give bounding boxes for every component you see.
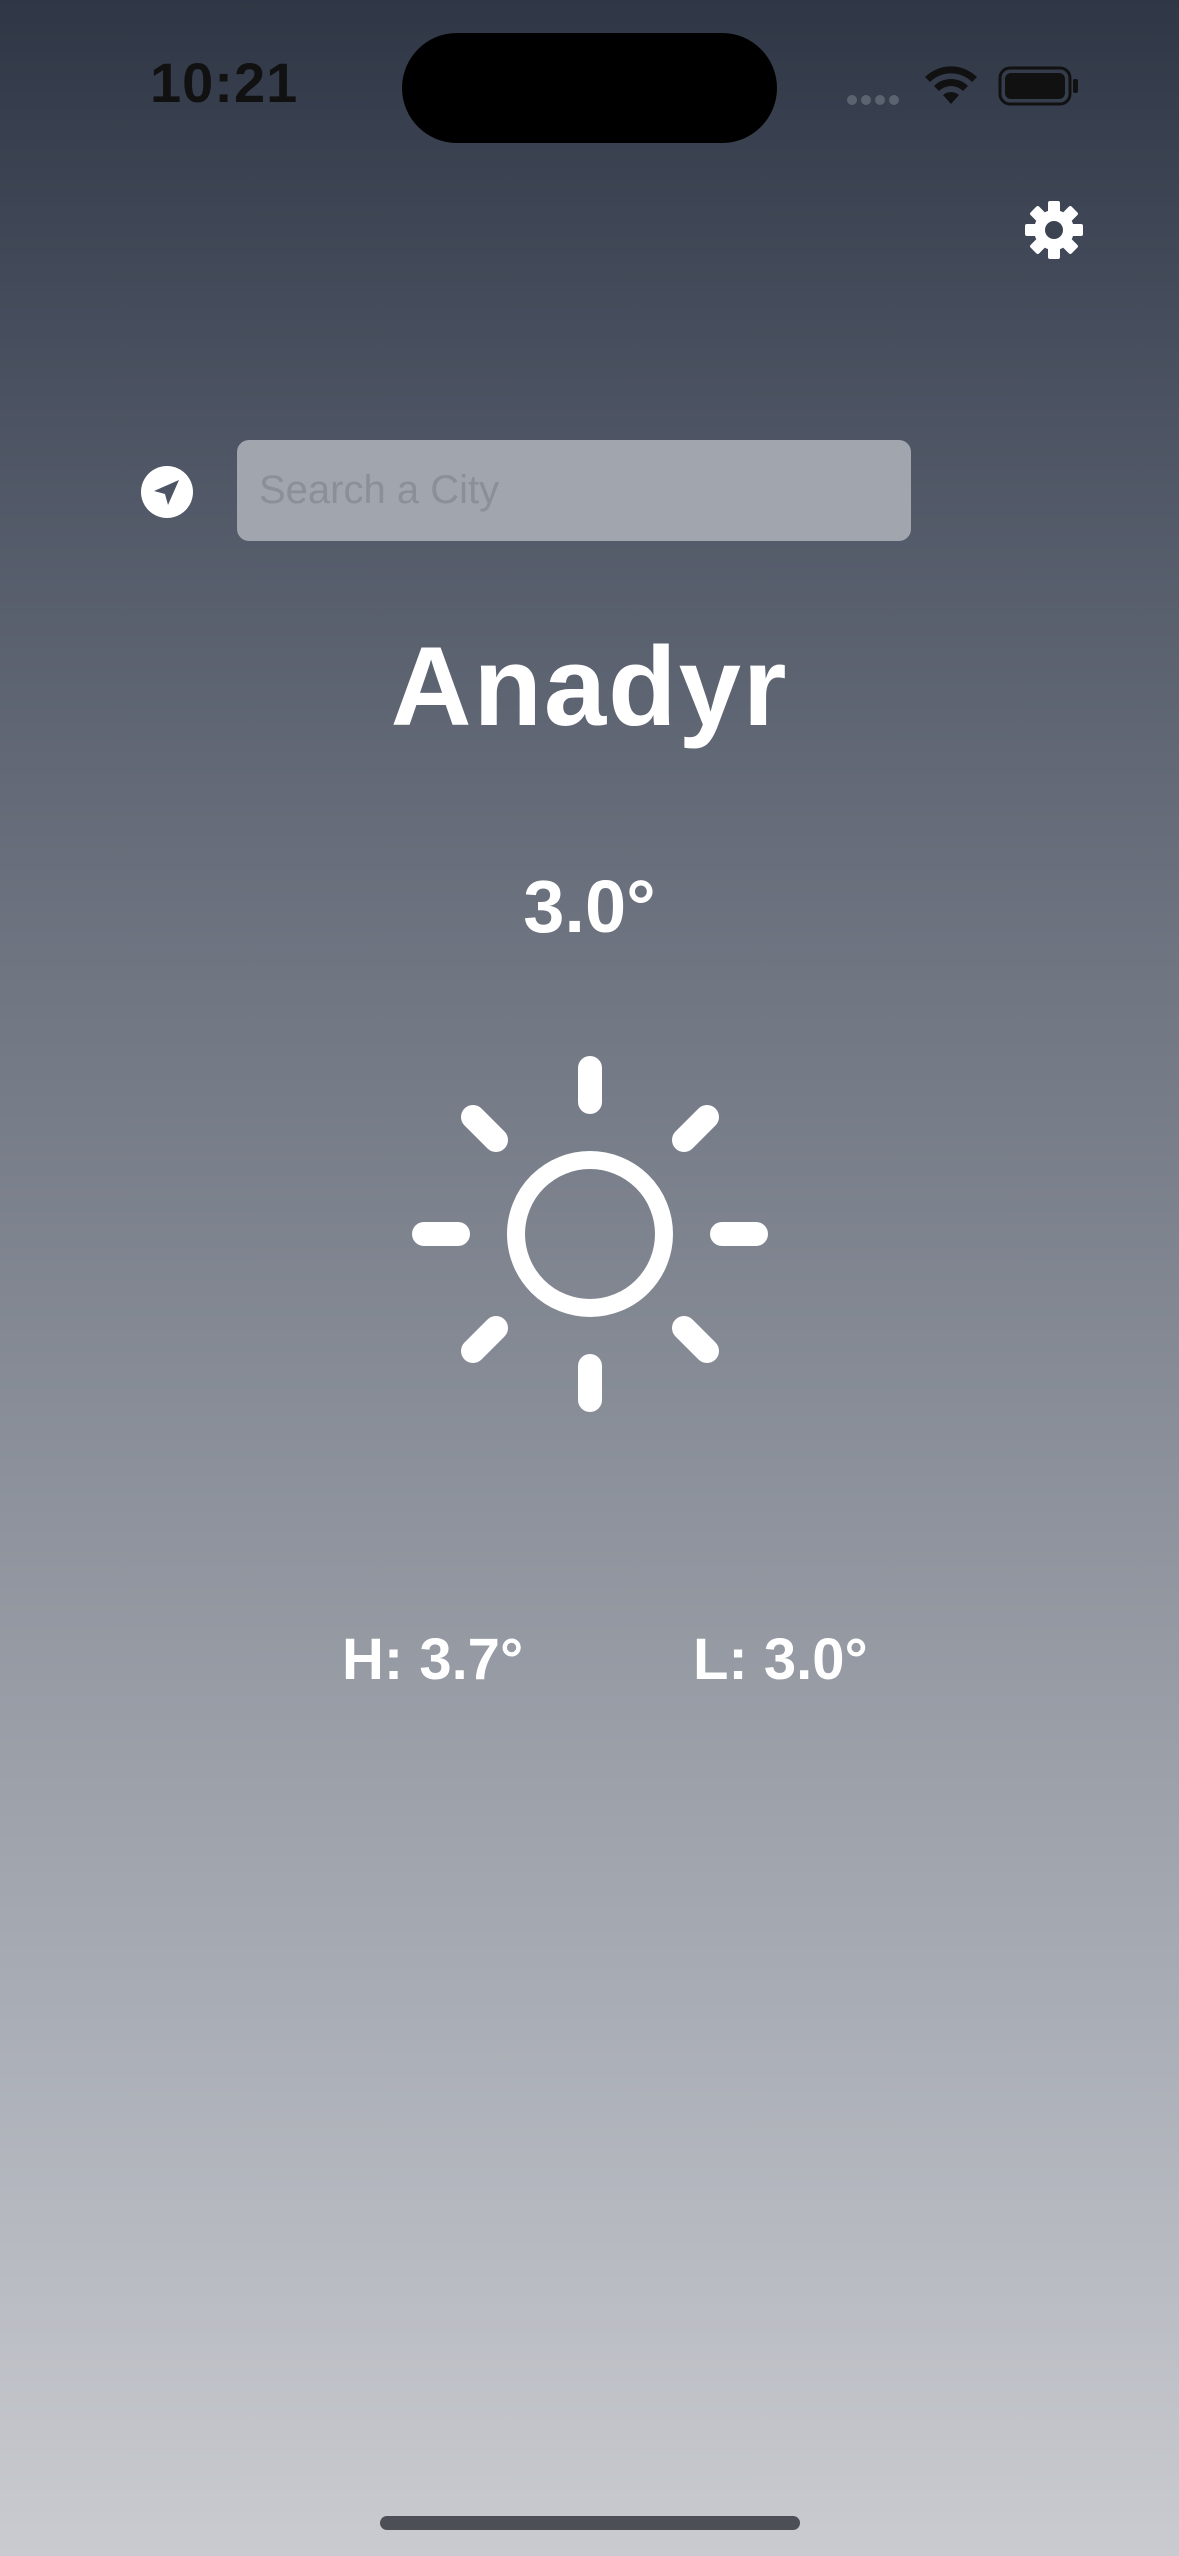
low-temperature: L: 3.0° <box>693 1627 868 1692</box>
settings-gear-icon[interactable] <box>1024 200 1084 260</box>
home-indicator[interactable] <box>380 2516 800 2530</box>
search-input[interactable] <box>237 440 911 541</box>
high-temperature: H: 3.7° <box>342 1627 524 1692</box>
battery-icon <box>998 66 1078 106</box>
current-temperature: 3.0° <box>523 865 656 948</box>
signal-dots-icon <box>847 95 899 105</box>
location-arrow-icon[interactable] <box>140 465 194 519</box>
city-name: Anadyr <box>390 624 789 749</box>
dynamic-island <box>402 33 777 143</box>
wifi-icon <box>925 66 977 104</box>
sun-icon <box>412 1056 768 1412</box>
status-time: 10:21 <box>150 51 299 114</box>
